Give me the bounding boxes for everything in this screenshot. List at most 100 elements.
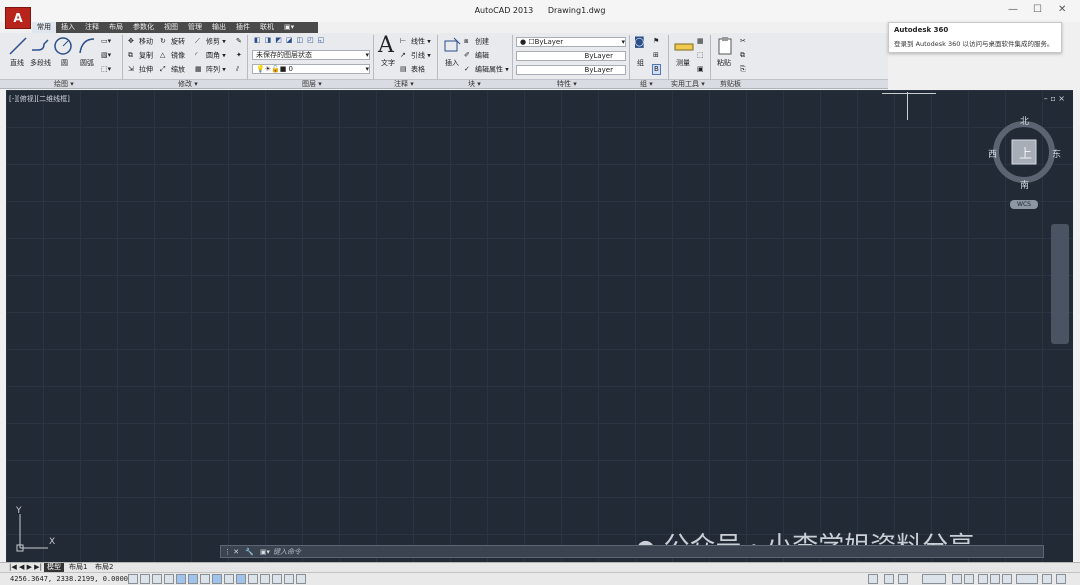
command-recent-icon[interactable]: ▣▾ xyxy=(257,548,273,556)
viewport-controls-label[interactable]: [-][俯视][二维线框] xyxy=(9,94,70,104)
arc-icon[interactable] xyxy=(77,36,97,56)
scale-button[interactable]: ⤢ 缩放 xyxy=(160,65,185,75)
viewport-window-controls[interactable]: – ▫ × xyxy=(1044,94,1065,103)
copy-clip-icon[interactable]: ⧉ xyxy=(740,51,745,60)
select-all-icon[interactable]: ⬚ xyxy=(697,51,704,60)
tab-plugins[interactable]: 插件 xyxy=(231,22,255,33)
object-snap-icon[interactable] xyxy=(188,574,198,584)
quick-view-drawings-icon[interactable] xyxy=(898,574,908,584)
lineweight-dropdown[interactable]: ByLayer xyxy=(516,65,626,75)
tab-model[interactable]: 模型 xyxy=(44,563,64,572)
snap-mode-icon[interactable] xyxy=(140,574,150,584)
wcs-menu[interactable]: WCS xyxy=(1010,200,1038,209)
polar-tracking-icon[interactable] xyxy=(176,574,186,584)
quick-properties-icon[interactable] xyxy=(272,574,282,584)
infer-constraints-icon[interactable] xyxy=(128,574,138,584)
hatch-icon[interactable]: ▧▾ xyxy=(101,51,111,60)
annotation-panel-title[interactable]: 注释 ▾ xyxy=(394,80,414,89)
close-icon[interactable]: ✕ xyxy=(1058,4,1066,15)
compass-north[interactable]: 北 xyxy=(1020,114,1029,127)
layer-state-dropdown[interactable]: 未保存的图层状态 ▾ xyxy=(252,50,370,60)
group-select-icon[interactable]: B xyxy=(652,64,661,75)
auto-scale-icon[interactable] xyxy=(964,574,974,584)
arc-button[interactable]: 圆弧 xyxy=(80,58,94,68)
dynamic-input-icon[interactable] xyxy=(236,574,246,584)
dynamic-ucs-icon[interactable] xyxy=(224,574,234,584)
edit-attribute-button[interactable]: ✓ 编辑属性 ▾ xyxy=(464,65,509,75)
minimize-icon[interactable]: — xyxy=(1008,4,1018,15)
paste-icon[interactable] xyxy=(716,36,736,56)
table-button[interactable]: ▤ 表格 xyxy=(400,65,425,75)
tab-layout[interactable]: 布局 xyxy=(104,22,128,33)
dimension-button[interactable]: ⊢ 线性 ▾ xyxy=(400,37,431,47)
annotation-scale-icon[interactable] xyxy=(922,574,946,584)
copy-button[interactable]: ⧉ 复制 xyxy=(128,51,153,61)
tab-output[interactable]: 输出 xyxy=(207,22,231,33)
trim-button[interactable]: ⟋ 修剪 ▾ xyxy=(195,37,226,47)
array-button[interactable]: ▦ 阵列 ▾ xyxy=(195,65,226,75)
clean-screen-icon[interactable] xyxy=(1056,574,1066,584)
command-line[interactable]: ⋮ ✕ 🔧 ▣▾ 键入命令 xyxy=(220,545,1044,558)
line-button[interactable]: 直线 xyxy=(10,58,24,68)
draw-panel-title[interactable]: 绘图 ▾ xyxy=(54,80,74,89)
layer-tools-icon[interactable]: ◧◨◩◪◫◰◱ xyxy=(254,36,328,45)
tab-layout1[interactable]: 布局1 xyxy=(66,563,90,572)
clipboard-panel-title[interactable]: 剪贴板 xyxy=(720,80,741,89)
match-properties-icon[interactable]: ◙ xyxy=(634,36,645,47)
circle-icon[interactable] xyxy=(53,36,73,56)
hardware-acceleration-icon[interactable] xyxy=(1002,574,1012,584)
model-space-icon[interactable] xyxy=(868,574,878,584)
compass-south[interactable]: 南 xyxy=(1020,178,1029,191)
paste-button[interactable]: 粘贴 xyxy=(717,58,731,68)
navigation-bar[interactable] xyxy=(1051,224,1069,344)
polyline-icon[interactable] xyxy=(30,36,50,56)
selection-cycling-icon[interactable] xyxy=(284,574,294,584)
measure-button[interactable]: 测量 xyxy=(676,58,690,68)
quick-view-layouts-icon[interactable] xyxy=(884,574,894,584)
viewcube[interactable]: 上 北 南 东 西 xyxy=(982,112,1062,212)
lock-ui-icon[interactable] xyxy=(990,574,1000,584)
lineweight-icon[interactable] xyxy=(248,574,258,584)
create-block-button[interactable]: ⧈ 创建 xyxy=(464,37,489,47)
compass-east[interactable]: 东 xyxy=(1052,147,1061,160)
insert-block-icon[interactable] xyxy=(442,36,462,56)
group-tools-icon[interactable]: ⚑ xyxy=(653,37,659,46)
tab-annotate[interactable]: 注释 xyxy=(80,22,104,33)
tab-online[interactable]: 联机 xyxy=(255,22,279,33)
tab-insert[interactable]: 插入 xyxy=(56,22,80,33)
ungroup-icon[interactable]: ⊞ xyxy=(653,51,659,60)
drawing-area[interactable]: [-][俯视][二维线框] – ▫ × xyxy=(6,90,1073,562)
boundary-icon[interactable]: ⬚▾ xyxy=(101,65,111,74)
layout-nav-arrows-icon[interactable]: |◀ ◀ ▶ ▶| xyxy=(6,563,45,572)
maximize-icon[interactable]: ☐ xyxy=(1033,4,1042,15)
3d-object-snap-icon[interactable] xyxy=(200,574,210,584)
tab-more-icon[interactable]: ▣▾ xyxy=(279,22,299,33)
leader-button[interactable]: ↗ 引线 ▾ xyxy=(400,51,431,61)
polyline-button[interactable]: 多段线 xyxy=(30,58,51,68)
block-panel-title[interactable]: 块 ▾ xyxy=(468,80,481,89)
autodesk-360-notification[interactable]: Autodesk 360 登录到 Autodesk 360 以访问与桌面软件集成… xyxy=(888,22,1062,53)
modify-panel-title[interactable]: 修改 ▾ xyxy=(178,80,198,89)
tab-layout2[interactable]: 布局2 xyxy=(92,563,116,572)
linetype-dropdown[interactable]: ByLayer xyxy=(516,51,626,61)
viewcube-top-face[interactable]: 上 xyxy=(1019,143,1032,162)
circle-button[interactable]: 圆 xyxy=(61,58,68,68)
ortho-mode-icon[interactable] xyxy=(164,574,174,584)
application-menu-button[interactable]: A xyxy=(5,7,31,29)
tab-view[interactable]: 视图 xyxy=(159,22,183,33)
insert-button[interactable]: 插入 xyxy=(445,58,459,68)
edit-block-button[interactable]: ✐ 编辑 xyxy=(464,51,489,61)
tab-parametric[interactable]: 参数化 xyxy=(128,22,159,33)
properties-panel-title[interactable]: 特性 ▾ xyxy=(557,80,577,89)
tab-manage[interactable]: 管理 xyxy=(183,22,207,33)
stretch-button[interactable]: ⇲ 拉伸 xyxy=(128,65,153,75)
status-menu-icon[interactable] xyxy=(1042,574,1052,584)
move-button[interactable]: ✥ 移动 xyxy=(128,37,153,47)
rectangle-icon[interactable]: ▭▾ xyxy=(101,37,111,46)
copy-base-icon[interactable]: ⎘ xyxy=(740,65,746,74)
explode-icon[interactable]: ✦ xyxy=(236,51,242,60)
line-icon[interactable] xyxy=(8,36,28,56)
command-settings-icon[interactable]: 🔧 xyxy=(242,548,257,556)
text-button[interactable]: 文字 xyxy=(381,58,395,68)
compass-west[interactable]: 西 xyxy=(988,147,997,160)
